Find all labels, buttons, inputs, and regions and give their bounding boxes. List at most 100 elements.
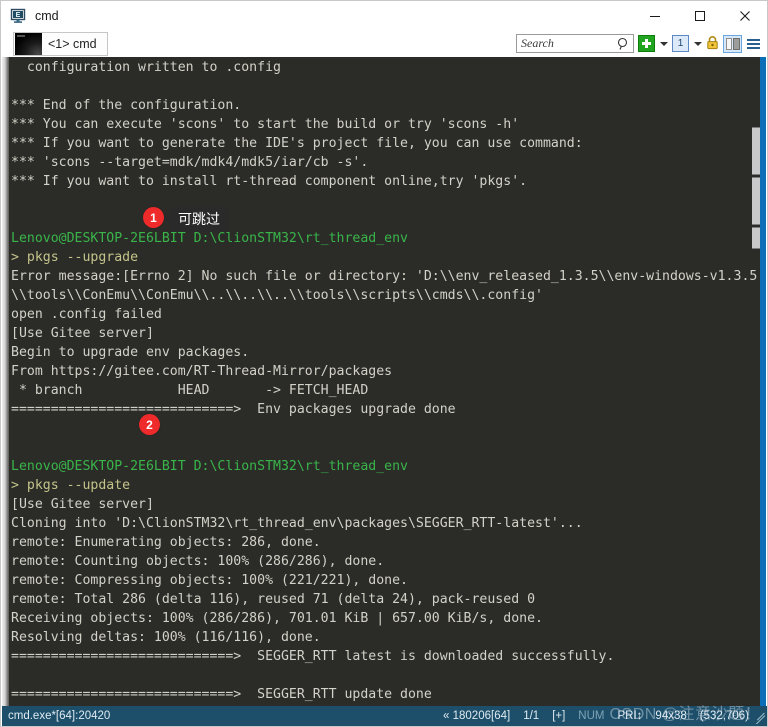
window-controls xyxy=(632,1,767,30)
terminal-line-text: remote: Counting objects: 100% (286/286)… xyxy=(11,554,385,569)
terminal-line-text: ============================> Env packag… xyxy=(11,402,456,417)
status-mode: [+] xyxy=(552,710,566,722)
terminal-line: configuration written to .config xyxy=(9,58,760,77)
toolbar: 1 xyxy=(516,34,767,53)
terminal-line: Lenovo@DESKTOP-2E6LBIT D:\ClionSTM32\rt_… xyxy=(9,457,760,476)
terminal-pane: configuration written to .config *** End … xyxy=(2,57,766,707)
terminal-line-text: Lenovo@DESKTOP-2E6LBIT D:\ClionSTM32\rt_… xyxy=(11,459,408,474)
terminal-line-text: > pkgs --update xyxy=(11,478,131,493)
split-pane-button[interactable] xyxy=(723,34,742,53)
terminal-output[interactable]: configuration written to .config *** End … xyxy=(9,57,760,707)
terminal-line: Cloning into 'D:\ClionSTM32\rt_thread_en… xyxy=(9,514,760,533)
search-icon xyxy=(617,37,630,56)
terminal-line-text: ============================> SEGGER_RTT… xyxy=(11,649,615,664)
status-process: cmd.exe*[64]:20420 xyxy=(8,710,111,722)
search-input[interactable] xyxy=(517,35,615,52)
terminal-line: * branch HEAD -> FETCH_HEAD xyxy=(9,381,760,400)
terminal-line: ============================> SEGGER_RTT… xyxy=(9,685,760,704)
terminal-line: [Use Gitee server] xyxy=(9,495,760,514)
terminal-line-text: *** If you want to install rt-thread com… xyxy=(11,174,528,189)
conemu-monitor-icon: E xyxy=(10,8,26,24)
search-box[interactable] xyxy=(516,34,634,53)
close-button[interactable] xyxy=(722,1,767,30)
split-left-pane-icon xyxy=(726,37,732,50)
window-title: cmd xyxy=(35,8,59,23)
terminal-line-text: \\tools\\ConEmu\\ConEmu\\..\\..\\..\\too… xyxy=(11,288,543,303)
terminal-line: Resolving deltas: 100% (116/116), done. xyxy=(9,628,760,647)
terminal-line: \\tools\\ConEmu\\ConEmu\\..\\..\\..\\too… xyxy=(9,286,760,305)
terminal-line-text: configuration written to .config xyxy=(11,60,281,75)
terminal-line: *** If you want to install rt-thread com… xyxy=(9,172,760,191)
terminal-line-text: remote: Enumerating objects: 286, done. xyxy=(11,535,321,550)
terminal-line-text: [Use Gitee server] xyxy=(11,497,154,512)
terminal-line: remote: Counting objects: 100% (286/286)… xyxy=(9,552,760,571)
terminal-line-text: Begin to upgrade env packages. xyxy=(11,345,250,360)
terminal-line: Begin to upgrade env packages. xyxy=(9,343,760,362)
annotation-badge-2: 2 xyxy=(139,414,160,435)
terminal-line-text: Resolving deltas: 100% (116/116), done. xyxy=(11,630,321,645)
terminal-line-text: remote: Compressing objects: 100% (221/2… xyxy=(11,573,408,588)
console-list-dropdown-icon[interactable] xyxy=(693,35,702,52)
terminal-line-text: Lenovo@DESKTOP-2E6LBIT D:\ClionSTM32\rt_… xyxy=(11,231,408,246)
tab-thumbnail-icon xyxy=(15,32,42,55)
terminal-line-text: Error message:[Errno 2] No such file or … xyxy=(11,269,758,284)
svg-text:E: E xyxy=(16,12,21,19)
terminal-left-scrollbar[interactable] xyxy=(2,57,9,707)
terminal-line: > pkgs --upgrade xyxy=(9,248,760,267)
terminal-line-text: *** 'scons --target=mdk/mdk4/mdk5/iar/cb… xyxy=(11,155,369,170)
terminal-line: ============================> Env packag… xyxy=(9,400,760,419)
terminal-line: ============================> SEGGER_RTT… xyxy=(9,647,760,666)
terminal-line-text: Receiving objects: 100% (286/286), 701.0… xyxy=(11,611,543,626)
terminal-line: remote: Compressing objects: 100% (221/2… xyxy=(9,571,760,590)
conemu-window: E cmd <1> cmd Search 1 configuration wri… xyxy=(0,0,768,727)
title-bar: E cmd xyxy=(1,1,767,30)
status-pages: 1/1 xyxy=(523,710,540,722)
new-console-button[interactable] xyxy=(638,35,655,52)
tab-console-1[interactable]: <1> cmd xyxy=(13,31,108,56)
hamburger-menu-icon[interactable] xyxy=(746,35,761,52)
terminal-line-text: ============================> SEGGER_RTT… xyxy=(11,687,432,702)
terminal-line-text: Cloning into 'D:\ClionSTM32\rt_thread_en… xyxy=(11,516,583,531)
tab-label: <1> cmd xyxy=(48,36,97,51)
terminal-line-text: open .config failed xyxy=(11,307,162,322)
terminal-line: > pkgs --update xyxy=(9,476,760,495)
terminal-line: Lenovo@DESKTOP-2E6LBIT D:\ClionSTM32\rt_… xyxy=(9,229,760,248)
status-build: « 180206[64] xyxy=(443,710,511,722)
status-cursor-coords: (532,706) xyxy=(699,710,749,722)
terminal-line-text: From https://gitee.com/RT-Thread-Mirror/… xyxy=(11,364,393,379)
split-right-pane-icon xyxy=(733,37,740,50)
terminal-line: *** You can execute 'scons' to start the… xyxy=(9,115,760,134)
status-priority: PRI↕ xyxy=(617,710,643,722)
terminal-line-text: *** You can execute 'scons' to start the… xyxy=(11,117,520,132)
terminal-line: *** If you want to generate the IDE's pr… xyxy=(9,134,760,153)
terminal-line: remote: Total 286 (delta 116), reused 71… xyxy=(9,590,760,609)
terminal-line: From https://gitee.com/RT-Thread-Mirror/… xyxy=(9,362,760,381)
terminal-line: remote: Enumerating objects: 286, done. xyxy=(9,533,760,552)
active-console-button[interactable]: 1 xyxy=(672,35,689,52)
terminal-line: Error message:[Errno 2] No such file or … xyxy=(9,267,760,286)
status-bar: cmd.exe*[64]:20420 « 180206[64] 1/1 [+] … xyxy=(2,706,767,726)
terminal-line: Receiving objects: 100% (286/286), 701.0… xyxy=(9,609,760,628)
resize-grip-icon[interactable] xyxy=(751,710,765,724)
terminal-line-text: > pkgs --upgrade xyxy=(11,250,139,265)
terminal-line: [Use Gitee server] xyxy=(9,324,760,343)
lock-icon[interactable] xyxy=(706,35,719,52)
annotation-tooltip-1: 可跳过 xyxy=(164,207,228,232)
maximize-button[interactable] xyxy=(677,1,722,30)
terminal-line-text: *** End of the configuration. xyxy=(11,98,242,113)
status-num-lock: NUM xyxy=(578,710,605,722)
status-console-size: 94x38 xyxy=(655,710,687,722)
terminal-line-text: remote: Total 286 (delta 116), reused 71… xyxy=(11,592,536,607)
new-console-dropdown-icon[interactable] xyxy=(659,35,668,52)
terminal-line-text: * branch HEAD -> FETCH_HEAD xyxy=(11,383,369,398)
tab-bar: <1> cmd 1 xyxy=(1,30,767,57)
terminal-line: open .config failed xyxy=(9,305,760,324)
minimize-button[interactable] xyxy=(632,1,677,30)
annotation-badge-1: 1 xyxy=(143,207,164,228)
status-right-group: « 180206[64] 1/1 [+] NUM PRI↕ 94x38 (532… xyxy=(443,710,767,722)
